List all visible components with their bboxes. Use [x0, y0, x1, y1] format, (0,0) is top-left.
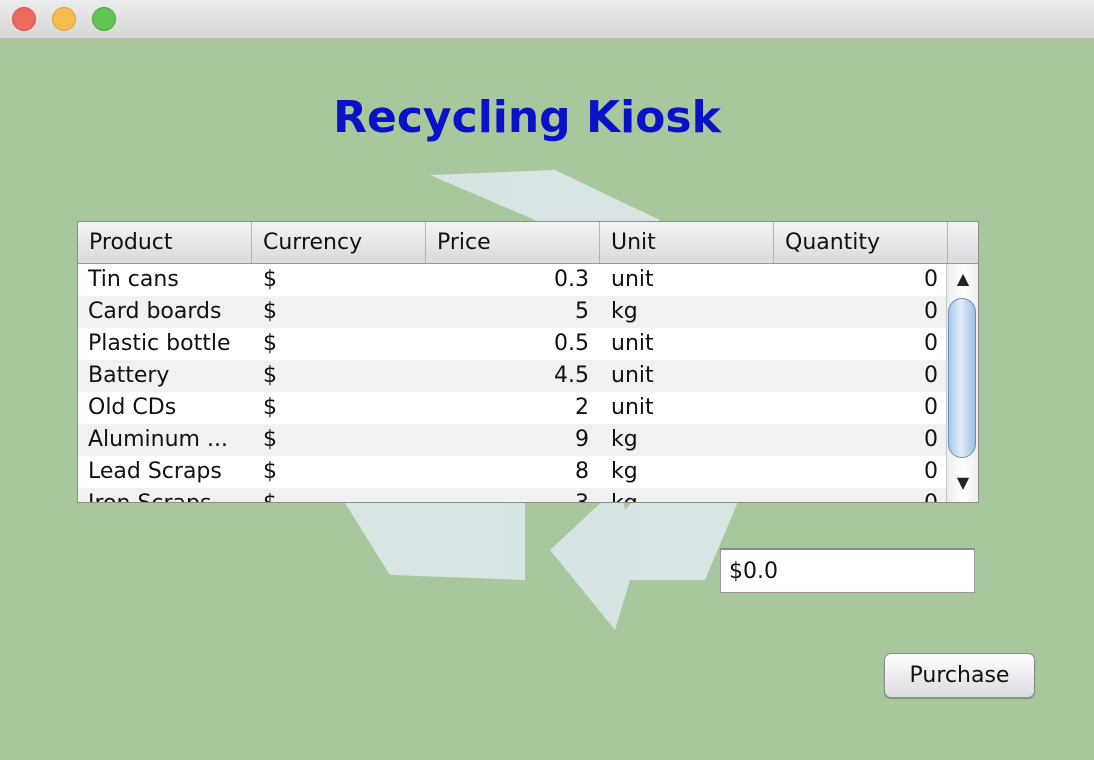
- price-cell: 2: [575, 395, 589, 420]
- product-cell: Iron Scraps: [88, 488, 252, 502]
- currency-cell: $: [263, 459, 277, 484]
- unit-cell: unit: [611, 267, 654, 292]
- currency-cell: $: [263, 331, 277, 356]
- price-cell: 8: [575, 459, 589, 484]
- unit-cell: kg: [611, 427, 638, 452]
- unit-cell: unit: [611, 331, 654, 356]
- price-cell: 9: [575, 427, 589, 452]
- product-cell: Card boards: [88, 299, 222, 324]
- table-row[interactable]: Card boards $ 5 kg 0: [78, 296, 946, 328]
- product-cell: Old CDs: [88, 395, 177, 420]
- column-header-product[interactable]: Product: [78, 222, 252, 263]
- product-cell: Battery: [88, 363, 170, 388]
- unit-cell: kg: [611, 299, 638, 324]
- price-cell: 0.5: [554, 331, 589, 356]
- table-row[interactable]: Iron Scraps $ 3 kg 0: [78, 488, 946, 502]
- quantity-cell[interactable]: 0: [774, 488, 938, 502]
- quantity-cell[interactable]: 0: [774, 392, 938, 424]
- page-title: Recycling Kiosk: [333, 92, 721, 143]
- column-header-quantity[interactable]: Quantity: [774, 222, 948, 263]
- price-cell: 3: [425, 488, 589, 502]
- quantity-cell[interactable]: 0: [774, 264, 938, 296]
- quantity-cell[interactable]: 0: [774, 360, 938, 392]
- product-cell: Plastic bottle: [88, 331, 231, 356]
- scroll-down-arrow-icon[interactable]: ▼: [947, 470, 978, 496]
- unit-cell: kg: [611, 488, 771, 502]
- unit-cell: unit: [611, 395, 654, 420]
- currency-cell: $: [263, 299, 277, 324]
- product-cell: Tin cans: [88, 267, 179, 292]
- table-row[interactable]: Lead Scraps $ 8 kg 0: [78, 456, 946, 488]
- window-titlebar: [0, 0, 1094, 39]
- product-cell: Lead Scraps: [88, 459, 222, 484]
- price-cell: 4.5: [554, 363, 589, 388]
- quantity-cell[interactable]: 0: [774, 456, 938, 488]
- maximize-window-button[interactable]: [92, 7, 116, 31]
- currency-cell: $: [263, 267, 277, 292]
- column-header-unit[interactable]: Unit: [600, 222, 774, 263]
- products-table[interactable]: Product Currency Price Unit Quantity Tin…: [77, 221, 979, 503]
- unit-cell: unit: [611, 363, 654, 388]
- table-row[interactable]: Tin cans $ 0.3 unit 0: [78, 264, 946, 296]
- column-header-currency[interactable]: Currency: [252, 222, 426, 263]
- quantity-cell[interactable]: 0: [774, 424, 938, 456]
- table-header: Product Currency Price Unit Quantity: [78, 222, 978, 264]
- scroll-up-arrow-icon[interactable]: ▲: [947, 266, 978, 292]
- minimize-window-button[interactable]: [52, 7, 76, 31]
- table-scrollbar[interactable]: ▲ ▼: [946, 264, 978, 502]
- table-body: Tin cans $ 0.3 unit 0 Card boards $ 5 kg…: [78, 264, 946, 502]
- unit-cell: kg: [611, 459, 638, 484]
- product-cell: Aluminum ...: [88, 427, 228, 452]
- currency-cell: $: [263, 427, 277, 452]
- table-row[interactable]: Aluminum ... $ 9 kg 0: [78, 424, 946, 456]
- column-header-corner: [948, 222, 978, 263]
- currency-cell: $: [263, 488, 423, 502]
- table-row[interactable]: Old CDs $ 2 unit 0: [78, 392, 946, 424]
- table-row[interactable]: Battery $ 4.5 unit 0: [78, 360, 946, 392]
- currency-cell: $: [263, 363, 277, 388]
- scrollbar-thumb[interactable]: [948, 298, 976, 458]
- purchase-button[interactable]: Purchase: [884, 653, 1035, 698]
- close-window-button[interactable]: [12, 7, 36, 31]
- quantity-cell[interactable]: 0: [774, 296, 938, 328]
- table-row[interactable]: Plastic bottle $ 0.5 unit 0: [78, 328, 946, 360]
- price-cell: 5: [575, 299, 589, 324]
- column-header-price[interactable]: Price: [426, 222, 600, 263]
- price-cell: 0.3: [554, 267, 589, 292]
- currency-cell: $: [263, 395, 277, 420]
- quantity-cell[interactable]: 0: [774, 328, 938, 360]
- total-amount-field[interactable]: $0.0: [720, 548, 975, 593]
